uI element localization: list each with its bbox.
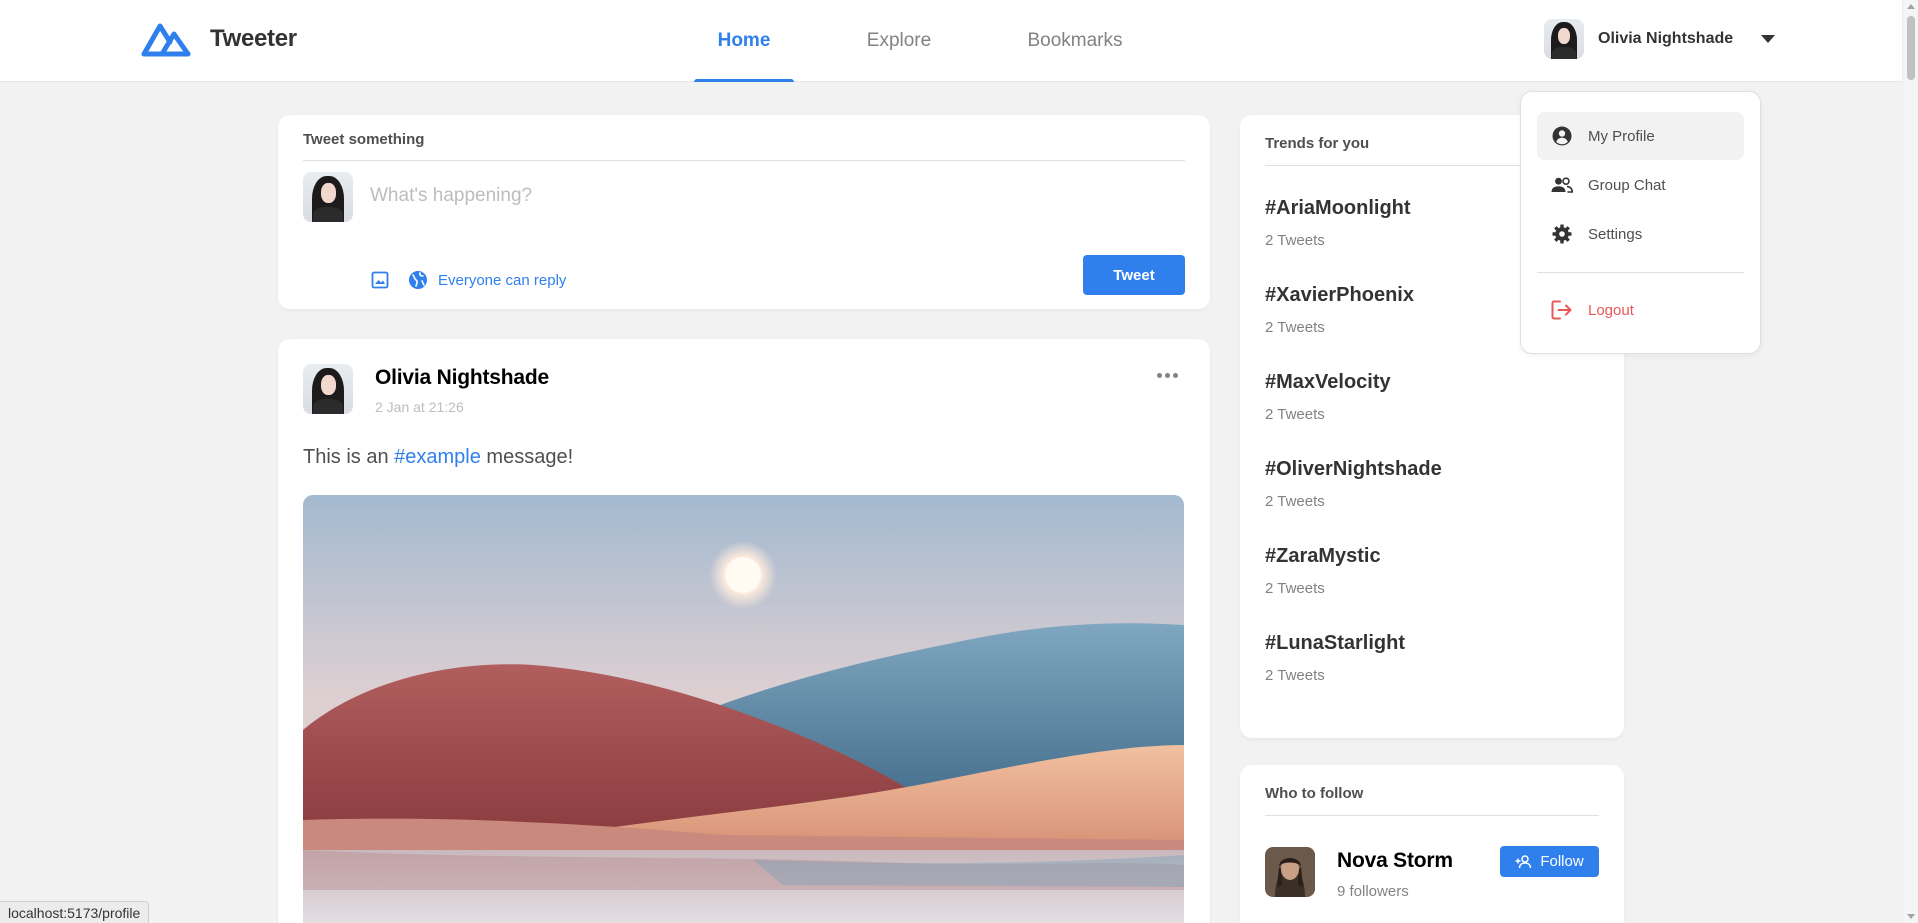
- person-add-icon: [1515, 854, 1532, 868]
- compose-divider: [303, 160, 1185, 161]
- compose-tweet-card: Tweet something Everyone can reply Tweet: [278, 115, 1210, 309]
- trend-tag: #OliverNightshade: [1265, 458, 1442, 480]
- suggested-user-name[interactable]: Nova Storm: [1337, 849, 1453, 873]
- post-text: This is an #example message!: [303, 446, 573, 469]
- compose-tools: Everyone can reply: [370, 270, 566, 290]
- tab-bookmarks-label: Bookmarks: [1027, 30, 1123, 51]
- account-circle-icon: [1551, 125, 1573, 147]
- who-to-follow-divider: [1265, 815, 1599, 816]
- post-image[interactable]: [303, 495, 1184, 923]
- compose-avatar: [303, 172, 353, 222]
- menu-item-my-profile[interactable]: My Profile: [1537, 112, 1744, 160]
- user-menu-toggle[interactable]: Olivia Nightshade: [1544, 19, 1776, 59]
- scroll-down-arrow-icon[interactable]: [1907, 914, 1915, 919]
- follow-button[interactable]: Follow: [1500, 846, 1599, 877]
- menu-item-label: My Profile: [1588, 127, 1655, 145]
- trend-item[interactable]: #AriaMoonlight 2 Tweets: [1265, 197, 1442, 284]
- menu-item-label: Group Chat: [1588, 176, 1666, 194]
- suggested-user-followers: 9 followers: [1337, 883, 1409, 900]
- trend-tag: #ZaraMystic: [1265, 545, 1381, 567]
- trend-count: 2 Tweets: [1265, 667, 1325, 684]
- trend-count: 2 Tweets: [1265, 580, 1325, 597]
- tab-home[interactable]: Home: [694, 0, 794, 82]
- gear-icon: [1551, 223, 1573, 245]
- logout-icon: [1551, 299, 1573, 321]
- scrollbar-thumb[interactable]: [1907, 16, 1915, 80]
- tab-explore[interactable]: Explore: [849, 0, 949, 82]
- trend-count: 2 Tweets: [1265, 493, 1325, 510]
- caret-down-icon: [1761, 35, 1776, 43]
- more-options-icon[interactable]: [1153, 369, 1182, 382]
- top-navigation-bar: Tweeter Home Explore Bookmarks Olivia Ni…: [0, 0, 1902, 82]
- landscape-image: [303, 495, 1184, 923]
- menu-item-group-chat[interactable]: Group Chat: [1537, 161, 1744, 209]
- trend-item[interactable]: #ZaraMystic 2 Tweets: [1265, 545, 1442, 632]
- menu-item-label: Settings: [1588, 225, 1643, 243]
- tab-bookmarks[interactable]: Bookmarks: [1012, 0, 1138, 82]
- globe-icon: [408, 270, 428, 290]
- brand-name: Tweeter: [210, 25, 297, 52]
- trend-tag: #LunaStarlight: [1265, 632, 1406, 654]
- trends-title: Trends for you: [1265, 135, 1370, 152]
- tab-home-label: Home: [717, 30, 771, 51]
- trend-tag: #AriaMoonlight: [1265, 197, 1411, 219]
- brand-logo[interactable]: Tweeter: [140, 20, 297, 58]
- status-url: localhost:5173/profile: [8, 904, 141, 921]
- trend-item[interactable]: #XavierPhoenix 2 Tweets: [1265, 284, 1442, 371]
- image-upload-icon[interactable]: [370, 270, 390, 290]
- trend-count: 2 Tweets: [1265, 406, 1325, 423]
- user-name: Olivia Nightshade: [1598, 30, 1734, 47]
- trend-tag: #MaxVelocity: [1265, 371, 1391, 393]
- trend-count: 2 Tweets: [1265, 319, 1325, 336]
- trend-tag: #XavierPhoenix: [1265, 284, 1414, 306]
- user-dropdown-menu: My Profile Group Chat Settings Logout: [1520, 91, 1761, 354]
- tweet-post-card: Olivia Nightshade 2 Jan at 21:26 This is…: [278, 339, 1210, 923]
- post-author-name[interactable]: Olivia Nightshade: [375, 366, 549, 390]
- tab-explore-label: Explore: [866, 30, 932, 51]
- trend-list: #AriaMoonlight 2 Tweets #XavierPhoenix 2…: [1265, 197, 1442, 719]
- reply-setting-label: Everyone can reply: [438, 271, 567, 289]
- user-avatar: [1544, 19, 1584, 59]
- reply-setting-button[interactable]: Everyone can reply: [408, 270, 566, 290]
- who-to-follow-card: Who to follow Nova Storm 9 followers Fol…: [1240, 765, 1624, 923]
- post-text-after: message!: [480, 446, 574, 468]
- menu-item-logout[interactable]: Logout: [1537, 286, 1744, 334]
- menu-divider: [1537, 272, 1744, 273]
- tweet-button[interactable]: Tweet: [1083, 255, 1185, 295]
- page-scrollbar[interactable]: [1902, 0, 1918, 923]
- scroll-up-arrow-icon[interactable]: [1907, 4, 1915, 9]
- post-author-avatar[interactable]: [303, 364, 353, 414]
- follow-button-label: Follow: [1540, 853, 1584, 870]
- post-hashtag-link[interactable]: #example: [394, 446, 481, 468]
- who-to-follow-title: Who to follow: [1265, 785, 1364, 802]
- post-text-before: This is an: [303, 446, 395, 468]
- trend-item[interactable]: #LunaStarlight 2 Tweets: [1265, 632, 1442, 719]
- suggested-user-avatar[interactable]: [1265, 847, 1315, 897]
- trend-item[interactable]: #OliverNightshade 2 Tweets: [1265, 458, 1442, 545]
- post-timestamp: 2 Jan at 21:26: [375, 399, 464, 415]
- menu-item-settings[interactable]: Settings: [1537, 210, 1744, 258]
- group-icon: [1551, 174, 1573, 196]
- browser-status-bar: localhost:5173/profile: [0, 901, 150, 923]
- trend-count: 2 Tweets: [1265, 232, 1325, 249]
- compose-title: Tweet something: [303, 131, 425, 148]
- tweeter-logo-icon: [141, 23, 191, 57]
- menu-item-label: Logout: [1588, 301, 1634, 319]
- compose-input[interactable]: [370, 185, 970, 207]
- trend-item[interactable]: #MaxVelocity 2 Tweets: [1265, 371, 1442, 458]
